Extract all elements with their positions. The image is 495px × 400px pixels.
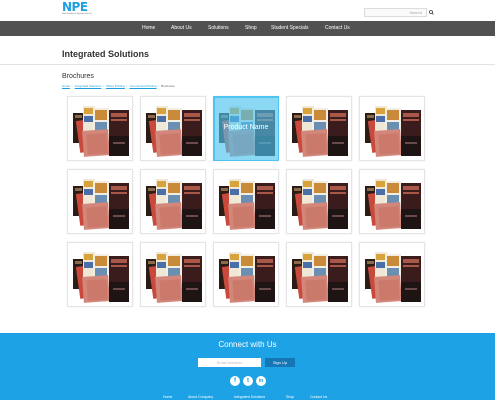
product-image bbox=[288, 98, 351, 160]
footer-link-solutions[interactable]: Integrated Solutions bbox=[234, 395, 265, 399]
main-nav: Home About Us Solutions Shop Student Spe… bbox=[0, 21, 495, 36]
product-card[interactable] bbox=[67, 96, 133, 161]
site-header: NPE New Graphics & Systems Pvt Ltd Searc… bbox=[0, 0, 495, 21]
search-icon[interactable] bbox=[429, 10, 434, 15]
product-card[interactable] bbox=[213, 169, 279, 234]
linkedin-icon[interactable]: in bbox=[256, 376, 266, 386]
divider bbox=[0, 64, 495, 65]
product-card[interactable] bbox=[67, 169, 133, 234]
product-card[interactable] bbox=[213, 242, 279, 307]
product-image bbox=[361, 98, 424, 160]
product-card[interactable] bbox=[359, 96, 425, 161]
email-input[interactable]: Email Address bbox=[198, 358, 261, 367]
breadcrumb: Home> Integrated Solutions> Offset Print… bbox=[62, 84, 175, 88]
product-card[interactable]: Product Name bbox=[213, 96, 279, 161]
nav-home[interactable]: Home bbox=[142, 21, 155, 36]
footer-link-home[interactable]: Home bbox=[163, 395, 172, 399]
breadcrumb-commercial-printing[interactable]: Commercial Printing bbox=[130, 84, 157, 88]
product-card[interactable] bbox=[67, 242, 133, 307]
product-card[interactable] bbox=[140, 96, 206, 161]
footer-link-contact[interactable]: Contact Us bbox=[310, 395, 327, 399]
product-image bbox=[288, 171, 351, 233]
product-card[interactable] bbox=[359, 169, 425, 234]
product-card[interactable] bbox=[286, 242, 352, 307]
product-image bbox=[142, 244, 205, 306]
breadcrumb-home[interactable]: Home bbox=[62, 84, 70, 88]
nav-shop[interactable]: Shop bbox=[245, 21, 257, 36]
logo-subtitle: New Graphics & Systems Pvt Ltd bbox=[62, 13, 92, 15]
footer-link-shop[interactable]: Shop bbox=[286, 395, 294, 399]
product-card[interactable] bbox=[286, 96, 352, 161]
product-image bbox=[361, 244, 424, 306]
page-title: Integrated Solutions bbox=[62, 49, 150, 59]
logo-text: NPE bbox=[62, 0, 88, 14]
product-card[interactable] bbox=[140, 242, 206, 307]
product-image bbox=[215, 171, 278, 233]
nav-contact-us[interactable]: Contact Us bbox=[325, 21, 350, 36]
product-image bbox=[69, 244, 132, 306]
product-image bbox=[142, 171, 205, 233]
breadcrumb-integrated-solutions[interactable]: Integrated Solutions bbox=[75, 84, 102, 88]
product-image bbox=[69, 171, 132, 233]
nav-about-us[interactable]: About Us bbox=[171, 21, 192, 36]
product-image bbox=[142, 98, 205, 160]
product-image bbox=[288, 244, 351, 306]
facebook-icon[interactable]: f bbox=[230, 376, 240, 386]
footer-link-about[interactable]: About Company bbox=[188, 395, 213, 399]
product-card[interactable] bbox=[140, 169, 206, 234]
section-title: Brochures bbox=[62, 73, 94, 80]
footer-title: Connect with Us bbox=[218, 340, 277, 349]
product-image bbox=[361, 171, 424, 233]
product-image bbox=[215, 244, 278, 306]
product-card[interactable] bbox=[359, 242, 425, 307]
search-input[interactable]: Search bbox=[364, 8, 427, 17]
breadcrumb-offset-printing[interactable]: Offset Printing bbox=[106, 84, 125, 88]
product-card[interactable] bbox=[286, 169, 352, 234]
twitter-icon[interactable]: t bbox=[243, 376, 253, 386]
signup-button[interactable]: Sign Up bbox=[265, 358, 295, 367]
breadcrumb-current: Brochures bbox=[161, 84, 175, 88]
product-image bbox=[69, 98, 132, 160]
nav-student-specials[interactable]: Student Specials bbox=[271, 21, 309, 36]
logo[interactable]: NPE New Graphics & Systems Pvt Ltd bbox=[62, 1, 102, 18]
nav-solutions[interactable]: Solutions bbox=[208, 21, 229, 36]
product-name-overlay: Product Name bbox=[223, 124, 269, 131]
